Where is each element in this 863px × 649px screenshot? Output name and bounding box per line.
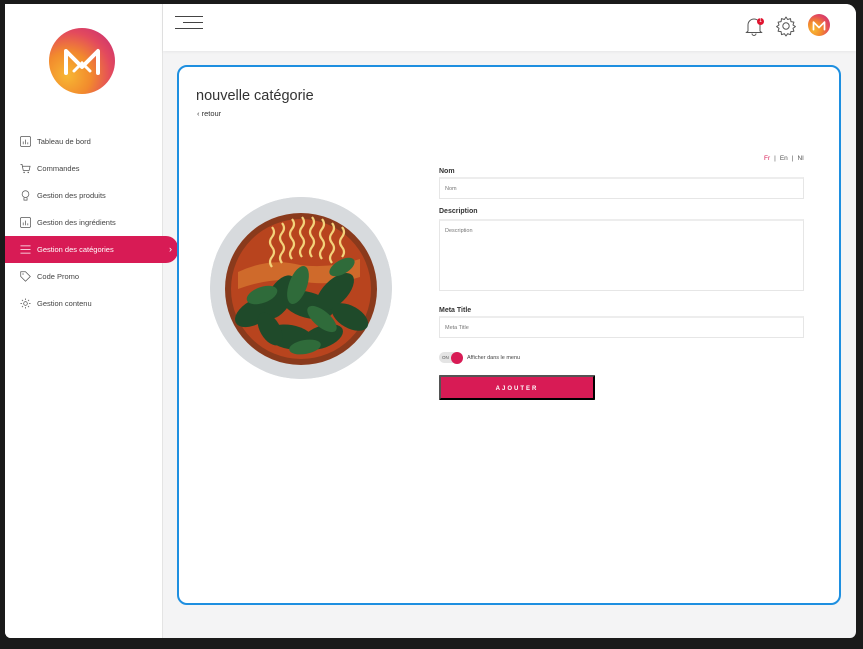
sidebar-item-products[interactable]: Gestion des produits <box>5 182 163 209</box>
food-bowl-image <box>210 197 392 379</box>
sidebar-item-promo[interactable]: Code Promo <box>5 263 163 290</box>
sidebar-item-label: Code Promo <box>37 272 80 281</box>
cart-icon <box>19 163 31 175</box>
menu-visibility-toggle[interactable]: ON <box>439 351 463 364</box>
brand-logo[interactable] <box>49 28 115 94</box>
sidebar-item-label: Tableau de bord <box>37 137 91 146</box>
category-image[interactable] <box>210 197 392 379</box>
gear-icon <box>19 298 31 310</box>
main-card: nouvelle catégorie ‹ retour Fr | En | Nl… <box>177 65 841 605</box>
sidebar-item-categories[interactable]: Gestion des catégories › <box>5 236 178 263</box>
sidebar-item-label: Gestion des produits <box>37 191 106 200</box>
chevron-right-icon: › <box>169 244 172 254</box>
chart-icon <box>19 136 31 148</box>
meta-title-input[interactable]: Meta Title <box>439 316 804 338</box>
sidebar-item-ingredients[interactable]: Gestion des ingrédients <box>5 209 163 236</box>
sidebar-item-orders[interactable]: Commandes <box>5 155 163 182</box>
menu-lines-icon <box>19 244 31 256</box>
lang-en[interactable]: En <box>780 155 788 162</box>
top-bar: 1 <box>163 4 856 51</box>
hamburger-menu-icon[interactable] <box>175 16 203 36</box>
sidebar-item-content[interactable]: Gestion contenu <box>5 290 163 317</box>
sidebar-item-label: Gestion des ingrédients <box>37 218 116 227</box>
sidebar-nav: Tableau de bord Commandes Gestion des pr… <box>5 128 178 317</box>
lightbulb-icon <box>19 190 31 202</box>
logo-m-icon <box>812 20 826 30</box>
sidebar-item-label: Commandes <box>37 164 80 173</box>
sidebar-item-label: Gestion des catégories <box>37 245 114 254</box>
chart-icon <box>19 217 31 229</box>
sidebar-item-label: Gestion contenu <box>37 299 92 308</box>
lang-fr[interactable]: Fr <box>764 155 770 162</box>
language-switcher: Fr | En | Nl <box>764 155 804 162</box>
add-button[interactable]: AJOUTER <box>439 375 595 400</box>
page-title: nouvelle catégorie <box>196 88 314 104</box>
notifications-button[interactable]: 1 <box>745 16 764 36</box>
sidebar-item-dashboard[interactable]: Tableau de bord <box>5 128 163 155</box>
description-label: Description <box>439 208 478 215</box>
lang-nl[interactable]: Nl <box>798 155 804 162</box>
name-label: Nom <box>439 168 455 175</box>
logo-m-icon <box>64 49 100 75</box>
sidebar: Tableau de bord Commandes Gestion des pr… <box>5 4 178 638</box>
meta-title-label: Meta Title <box>439 307 472 314</box>
settings-button[interactable] <box>775 15 797 37</box>
name-input[interactable]: Nom <box>439 177 804 199</box>
user-avatar[interactable] <box>808 14 830 36</box>
gear-icon <box>776 16 796 37</box>
app-window: Tableau de bord Commandes Gestion des pr… <box>5 4 856 638</box>
toggle-label: Afficher dans le menu <box>467 355 521 361</box>
description-textarea[interactable]: Description <box>439 219 804 291</box>
toggle-knob <box>451 351 463 364</box>
tag-icon <box>19 271 31 283</box>
notification-badge: 1 <box>757 18 764 25</box>
toggle-state: ON <box>442 354 449 360</box>
back-link[interactable]: ‹ retour <box>197 109 221 118</box>
